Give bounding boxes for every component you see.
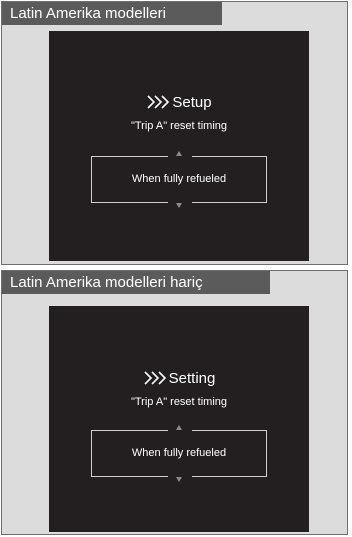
display-screen: Setup "Trip A" reset timing When fully r… — [49, 31, 309, 261]
screen-title: Setup — [49, 94, 309, 111]
scroll-down-icon[interactable] — [176, 477, 182, 482]
panel-header: Latin Amerika modelleri hariç — [2, 271, 270, 294]
screen-subtitle: "Trip A" reset timing — [130, 120, 228, 132]
scroll-up-icon[interactable] — [176, 151, 182, 156]
other-models-panel: Latin Amerika modelleri hariç Setting "T… — [1, 270, 348, 535]
screen-title-label: Setup — [172, 94, 212, 111]
display-screen: Setting "Trip A" reset timing When fully… — [49, 306, 309, 532]
option-label: When fully refueled — [131, 447, 227, 459]
panel-header: Latin Amerika modelleri — [2, 2, 222, 25]
option-label: When fully refueled — [131, 173, 227, 185]
screen-subtitle: "Trip A" reset timing — [130, 396, 228, 408]
scroll-up-icon[interactable] — [176, 425, 182, 430]
screen-title: Setting — [49, 370, 309, 387]
reset-timing-option[interactable]: When fully refueled — [91, 425, 267, 482]
triple-chevron-right-icon — [144, 371, 166, 385]
reset-timing-option[interactable]: When fully refueled — [91, 151, 267, 208]
scroll-down-icon[interactable] — [176, 203, 182, 208]
latin-america-panel: Latin Amerika modelleri Setup "Trip A" r… — [1, 1, 348, 265]
triple-chevron-right-icon — [147, 95, 170, 109]
screen-title-label: Setting — [168, 370, 216, 387]
